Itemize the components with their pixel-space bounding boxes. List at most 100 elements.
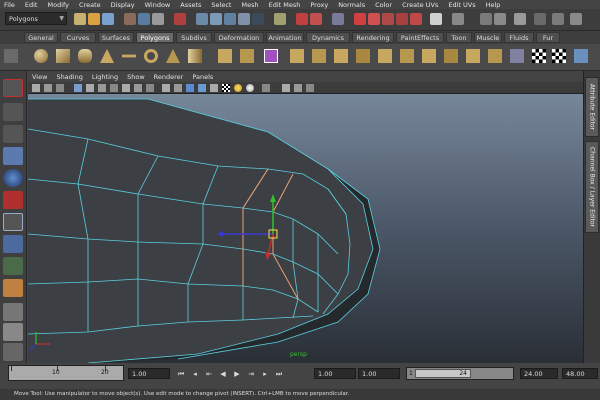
poly-pyramid-icon[interactable] [166, 49, 180, 63]
input-ops-icon[interactable] [296, 13, 308, 25]
menu-edit-uvs[interactable]: Edit UVs [448, 1, 475, 9]
panel-layout-icon[interactable] [534, 13, 546, 25]
poly-cube-icon[interactable] [56, 49, 70, 63]
show-manip-icon[interactable] [3, 257, 23, 275]
scale-tool-icon[interactable] [3, 191, 23, 209]
wireframe-icon[interactable] [162, 84, 170, 92]
lasso-tool-icon[interactable] [3, 103, 23, 121]
bookmark-icon[interactable] [56, 84, 64, 92]
new-scene-icon[interactable] [74, 13, 86, 25]
tab-painteffects[interactable]: PaintEffects [396, 32, 444, 43]
snap-curve-icon[interactable] [210, 13, 222, 25]
snap-grid-icon[interactable] [196, 13, 208, 25]
tab-fluids[interactable]: Fluids [504, 32, 534, 43]
tab-polygons[interactable]: Polygons [136, 32, 174, 43]
tab-animation[interactable]: Animation [266, 32, 304, 43]
make-live-icon[interactable] [252, 13, 264, 25]
menu-display[interactable]: Display [111, 1, 135, 9]
panel-menu-panels[interactable]: Panels [192, 73, 213, 81]
tab-dynamics[interactable]: Dynamics [306, 32, 350, 43]
play-forward-icon[interactable]: ▶ [232, 369, 242, 379]
all-lights-icon[interactable] [246, 84, 254, 92]
default-light-icon[interactable] [234, 84, 242, 92]
menu-edit-mesh[interactable]: Edit Mesh [269, 1, 301, 9]
resolution-gate-icon[interactable] [110, 84, 118, 92]
select-component-icon[interactable] [152, 13, 164, 25]
four-pane-layout-icon[interactable] [3, 323, 23, 341]
anim-end-field[interactable]: 48.00 [562, 368, 598, 379]
tab-rendering[interactable]: Rendering [352, 32, 394, 43]
time-slider[interactable]: 10 20 [8, 365, 124, 381]
select-object-icon[interactable] [138, 13, 150, 25]
show-modeling-toolkit-icon[interactable] [452, 13, 464, 25]
uv-editor-icon[interactable] [552, 49, 566, 63]
tab-deformation[interactable]: Deformation [214, 32, 264, 43]
isolate-select-icon[interactable] [262, 84, 270, 92]
step-forward-icon[interactable]: ▸ [260, 369, 270, 379]
menu-select[interactable]: Select [211, 1, 231, 9]
snap-view-plane-icon[interactable] [238, 13, 250, 25]
range-slider-handle[interactable]: 24 [415, 369, 471, 378]
bevel-icon[interactable] [400, 49, 414, 63]
render-settings-icon[interactable] [382, 13, 394, 25]
snap-point-icon[interactable] [224, 13, 236, 25]
panel-menu-show[interactable]: Show [127, 73, 145, 81]
bridge-icon[interactable] [312, 49, 326, 63]
fill-hole-icon[interactable] [444, 49, 458, 63]
poly-sphere-icon[interactable] [34, 49, 48, 63]
panel-menu-view[interactable]: View [32, 73, 47, 81]
film-gate-icon[interactable] [98, 84, 106, 92]
menu-normals[interactable]: Normals [338, 1, 365, 9]
poly-pipe-icon[interactable] [188, 49, 202, 63]
single-pane-layout-icon[interactable] [3, 303, 23, 321]
xray-icon[interactable] [174, 84, 182, 92]
mesh-canvas[interactable]: persp [28, 94, 583, 363]
step-back-icon[interactable]: ◂ [190, 369, 200, 379]
camera-attributes-icon[interactable] [44, 84, 52, 92]
gate-mask-icon[interactable] [122, 84, 130, 92]
range-end-field[interactable]: 24.00 [520, 368, 558, 379]
start-time-field[interactable]: 1.00 [314, 368, 356, 379]
mask-icon[interactable] [174, 13, 186, 25]
output-ops-icon[interactable] [310, 13, 322, 25]
tab-curves[interactable]: Curves [60, 32, 96, 43]
smooth-icon[interactable] [264, 49, 278, 63]
tab-subdivs[interactable]: Subdivs [176, 32, 212, 43]
play-backward-icon[interactable]: ◀ [218, 369, 228, 379]
menu-help[interactable]: Help [486, 1, 501, 9]
poly-cone-icon[interactable] [100, 49, 114, 63]
menu-edit[interactable]: Edit [25, 1, 38, 9]
toggle-attribute-editor-icon[interactable] [480, 13, 492, 25]
select-hierarchy-icon[interactable] [124, 13, 136, 25]
panel-menu-renderer[interactable]: Renderer [154, 73, 184, 81]
universal-manip-icon[interactable] [3, 213, 23, 231]
split-polygon-icon[interactable] [356, 49, 370, 63]
menu-window[interactable]: Window [145, 1, 171, 9]
menu-create[interactable]: Create [79, 1, 101, 9]
panel-menu-lighting[interactable]: Lighting [92, 73, 118, 81]
soften-edge-icon[interactable] [488, 49, 502, 63]
paint-select-tool-icon[interactable] [3, 125, 23, 143]
xray-joints-icon[interactable] [282, 84, 290, 92]
menu-assets[interactable]: Assets [180, 1, 201, 9]
tab-general[interactable]: General [24, 32, 58, 43]
last-tool-icon[interactable] [3, 279, 23, 297]
tab-toon[interactable]: Toon [446, 32, 472, 43]
outliner-layout-icon[interactable] [3, 343, 23, 361]
separate-icon[interactable] [240, 49, 254, 63]
graph-editor-icon[interactable] [570, 13, 582, 25]
ipr-render-icon[interactable] [368, 13, 380, 25]
toggle-channel-box-icon[interactable] [514, 13, 526, 25]
tab-muscle[interactable]: Muscle [474, 32, 502, 43]
hud-icon[interactable] [294, 84, 302, 92]
menu-create-uvs[interactable]: Create UVs [402, 1, 438, 9]
outliner-icon[interactable] [552, 13, 564, 25]
menu-color[interactable]: Color [375, 1, 392, 9]
history-icon[interactable] [274, 13, 286, 25]
range-slider[interactable]: 1 24 [406, 367, 514, 380]
menu-mesh[interactable]: Mesh [241, 1, 258, 9]
panel-menu-shading[interactable]: Shading [56, 73, 82, 81]
poly-cylinder-icon[interactable] [78, 49, 92, 63]
menu-set-selector[interactable]: Polygons ▼ [5, 12, 67, 25]
poly-plane-icon[interactable] [122, 54, 136, 58]
